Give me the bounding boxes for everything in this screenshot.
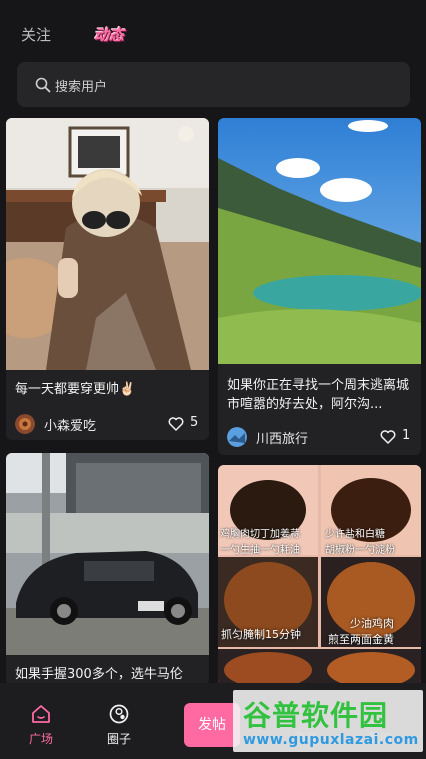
post-image — [6, 118, 209, 370]
post-card[interactable]: 鸡胸肉切丁加姜蒜 一勺生抽一勺耗油 少许盐和白糖 胡椒粉一勺淀粉 抓匀腌制15分… — [218, 465, 421, 685]
post-image — [6, 453, 209, 655]
post-title: 每一天都要穿更帅✌🏻 — [15, 382, 136, 397]
overlay-text: 少许盐和白糖 — [325, 529, 385, 540]
circle-icon — [109, 704, 129, 724]
overlay-text: 鸡胸肉切丁加姜蒜 — [220, 529, 300, 540]
post-title: 如果手握300多个，选牛马伦 — [15, 667, 183, 682]
nav-circle-label: 圈子 — [106, 732, 131, 746]
author-name[interactable]: 小森爱吃 — [44, 415, 96, 434]
nav-home[interactable]: 广场 — [21, 703, 61, 747]
overlay-text: 抓匀腌制15分钟 — [221, 628, 301, 641]
overlay-text: 一勺生抽一勺耗油 — [220, 545, 300, 556]
tab-feed[interactable]: 动态 — [94, 24, 124, 45]
overlay-text: 胡椒粉一勺淀粉 — [325, 545, 395, 556]
post-image — [218, 118, 421, 364]
author-name[interactable]: 川西旅行 — [256, 428, 308, 447]
search-input[interactable]: 搜索用户 — [55, 76, 107, 95]
nav-circle[interactable]: 圈子 — [99, 703, 139, 747]
nav-home-label: 广场 — [28, 732, 53, 746]
watermark: 谷普软件园 www.gupuxlazai.com — [233, 690, 423, 752]
post-card[interactable]: 每一天都要穿更帅✌🏻 小森爱吃 5 — [6, 118, 209, 440]
search-bar[interactable]: 搜索用户 — [17, 62, 410, 107]
post-title: 如果你正在寻找一个周末逃离城市喧嚣的好去处，阿尔沟... — [227, 378, 410, 412]
heart-icon[interactable] — [380, 430, 396, 444]
overlay-text: 少油鸡肉 — [350, 617, 394, 630]
overlay-text: 煎至两面金黄 — [328, 633, 394, 646]
like-count: 1 — [402, 428, 411, 443]
post-card[interactable]: 如果你正在寻找一个周末逃离城市喧嚣的好去处，阿尔沟... 川西旅行 1 — [218, 118, 421, 455]
search-icon — [35, 77, 51, 93]
tab-follow[interactable]: 关注 — [21, 24, 51, 45]
post-image — [218, 465, 421, 685]
watermark-url: www.gupuxlazai.com — [243, 732, 419, 748]
avatar — [15, 414, 35, 434]
post-card[interactable]: 如果手握300多个，选牛马伦 — [6, 453, 209, 685]
watermark-title: 谷普软件园 — [243, 699, 389, 732]
home-icon — [32, 705, 50, 723]
post-button[interactable]: 发帖 — [184, 703, 240, 747]
like-count: 5 — [190, 415, 199, 430]
top-tab-bar: 关注 动态 — [0, 0, 426, 62]
heart-icon[interactable] — [168, 417, 184, 431]
avatar — [227, 427, 247, 447]
